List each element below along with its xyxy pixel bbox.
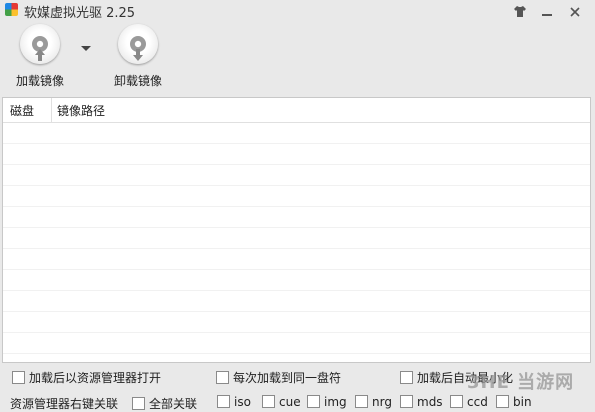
- option-label: 加载后以资源管理器打开: [29, 371, 162, 385]
- watermark: 3HE 当游网: [467, 372, 575, 393]
- assoc-ccd-option[interactable]: ccd: [450, 395, 488, 409]
- checkbox[interactable]: [355, 395, 368, 408]
- list-rows: [3, 123, 590, 362]
- option-label: iso: [234, 395, 251, 409]
- checkbox[interactable]: [262, 395, 275, 408]
- assoc-cue-option[interactable]: cue: [262, 395, 301, 409]
- close-icon[interactable]: [561, 0, 589, 22]
- checkbox[interactable]: [400, 371, 413, 384]
- assoc-bin-option[interactable]: bin: [496, 395, 532, 409]
- minimize-icon[interactable]: [533, 0, 561, 22]
- assoc-nrg-option[interactable]: nrg: [355, 395, 392, 409]
- checkbox[interactable]: [400, 395, 413, 408]
- checkbox[interactable]: [217, 395, 230, 408]
- open-explorer-option[interactable]: 加载后以资源管理器打开: [12, 369, 161, 386]
- mount-image-button[interactable]: 加载镜像: [0, 24, 80, 90]
- assoc-mds-option[interactable]: mds: [400, 395, 443, 409]
- mount-image-label: 加载镜像: [15, 74, 64, 88]
- disc-unmount-icon: [118, 24, 158, 64]
- column-divider: [51, 98, 52, 122]
- checkbox[interactable]: [307, 395, 320, 408]
- unmount-image-button[interactable]: 卸载镜像: [98, 24, 178, 90]
- list-header: 磁盘 镜像路径: [3, 98, 590, 123]
- column-header-drive[interactable]: 磁盘: [10, 102, 34, 119]
- skin-shirt-icon[interactable]: [506, 0, 534, 22]
- drive-list[interactable]: 磁盘 镜像路径: [2, 97, 591, 363]
- option-label: cue: [279, 395, 301, 409]
- checkbox[interactable]: [496, 395, 509, 408]
- checkbox[interactable]: [450, 395, 463, 408]
- assoc-iso-option[interactable]: iso: [217, 395, 251, 409]
- same-drive-option[interactable]: 每次加载到同一盘符: [216, 369, 341, 386]
- option-label: ccd: [467, 395, 488, 409]
- checkbox[interactable]: [12, 371, 25, 384]
- title-bar: 软媒虚拟光驱 2.25: [0, 0, 595, 22]
- disc-mount-icon: [20, 24, 60, 64]
- assoc-img-option[interactable]: img: [307, 395, 347, 409]
- option-label: bin: [513, 395, 532, 409]
- option-label: nrg: [372, 395, 392, 409]
- option-label: img: [324, 395, 347, 409]
- option-label: 每次加载到同一盘符: [233, 371, 342, 385]
- option-label: mds: [417, 395, 443, 409]
- window-title: 软媒虚拟光驱 2.25: [24, 6, 136, 21]
- checkbox[interactable]: [216, 371, 229, 384]
- unmount-image-label: 卸载镜像: [113, 74, 162, 88]
- mount-dropdown-icon[interactable]: [81, 46, 91, 51]
- option-label: 全部关联: [149, 397, 198, 411]
- app-icon: [5, 3, 18, 16]
- column-header-image-path[interactable]: 镜像路径: [57, 102, 105, 119]
